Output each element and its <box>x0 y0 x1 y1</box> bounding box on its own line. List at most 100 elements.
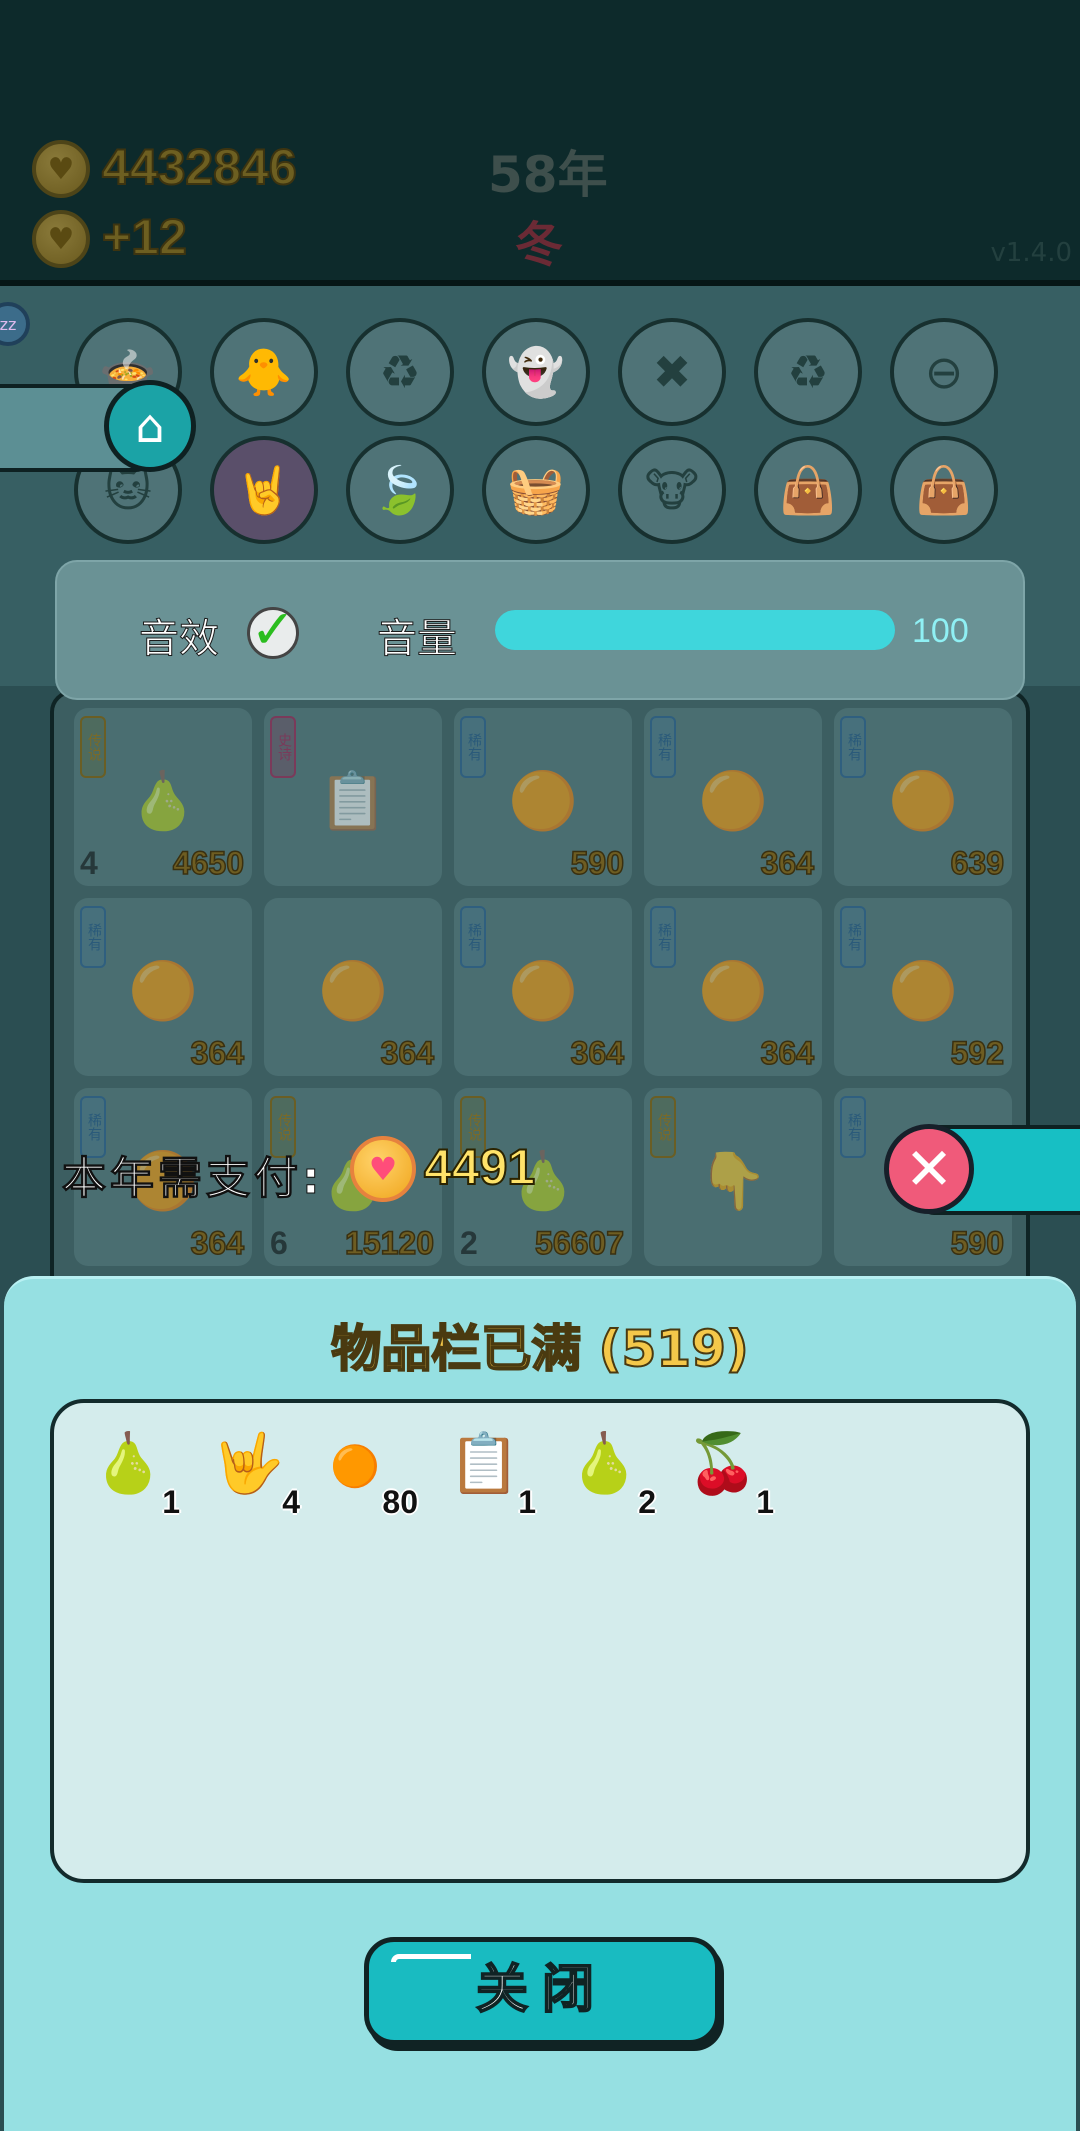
coin-icon: ♥ <box>350 1136 416 1202</box>
inventory-item[interactable]: 🍒 1 <box>672 1421 782 1521</box>
tile-icon: 🟠 <box>318 958 388 1024</box>
tile-value: 15120 <box>344 1224 434 1262</box>
inventory-list: 🍐 1 🤟 4 🟠 80 📋 1 🍐 2 🍒 1 <box>50 1399 1030 1883</box>
bag-icon-2[interactable]: 👜 <box>890 436 998 544</box>
close-button[interactable]: 关闭 <box>364 1937 720 2045</box>
tile-value: 364 <box>570 1034 625 1072</box>
tile-icon: 🟠 <box>508 768 578 834</box>
tile-icon: 🟠 <box>128 958 198 1024</box>
sound-effects-checkbox[interactable]: ✓ <box>247 603 299 659</box>
coin-total: 4432846 <box>101 138 298 196</box>
tile-icon: 🟠 <box>698 768 768 834</box>
version-label: v1.4.0 <box>990 238 1072 268</box>
sound-effects-label: 音效 <box>139 616 220 663</box>
tile[interactable]: 🟠 364 <box>264 898 442 1076</box>
inventory-item[interactable]: 🟠 80 <box>316 1421 426 1521</box>
tile-value: 56607 <box>534 1224 624 1262</box>
inventory-item[interactable]: 🍐 1 <box>78 1421 188 1521</box>
leaf-icon[interactable]: 🍃 <box>346 436 454 544</box>
item-quantity: 2 <box>638 1484 656 1520</box>
tile-rarity-tag: 稀有 <box>460 716 486 778</box>
tile[interactable]: 传说 👇 <box>644 1088 822 1266</box>
tile-value: 364 <box>190 1224 245 1262</box>
tile[interactable]: 稀有 🟠 364 <box>644 898 822 1076</box>
refresh-icon-2[interactable]: ♻ <box>754 318 862 426</box>
item-quantity: 4 <box>282 1484 300 1520</box>
tile[interactable]: 稀有 🟠 639 <box>834 708 1012 886</box>
tile[interactable]: 稀有 🟠 364 <box>74 898 252 1076</box>
tile-rarity-tag: 传说 <box>650 1096 676 1158</box>
inventory-item[interactable]: 📋 1 <box>434 1421 544 1521</box>
cows-icon[interactable]: 🐮 <box>618 436 726 544</box>
coin-icon: ♥ <box>32 140 90 198</box>
tile-rarity-tag: 稀有 <box>650 716 676 778</box>
home-button[interactable]: ⌂ <box>104 380 196 472</box>
tile[interactable]: 传说 🍐 4 4650 <box>74 708 252 886</box>
tile-count: 4 <box>80 845 98 881</box>
tile-rarity-tag: 稀有 <box>840 1096 866 1158</box>
tile-value: 639 <box>950 844 1005 882</box>
tile-rarity-tag: 稀有 <box>80 906 106 968</box>
tile-icon: 🟠 <box>508 958 578 1024</box>
rock-hand-icon[interactable]: 🤘 <box>210 436 318 544</box>
tile-rarity-tag: 稀有 <box>840 716 866 778</box>
item-quantity: 1 <box>518 1484 536 1520</box>
income-value: +12 <box>101 208 188 266</box>
volume-slider-fill <box>495 610 895 650</box>
tile[interactable]: 稀有 🟠 592 <box>834 898 1012 1076</box>
tile-count: 2 <box>460 1225 478 1261</box>
pear-branch-icon: 🍐 <box>92 1429 165 1497</box>
remove-icon[interactable]: ✖ <box>618 318 726 426</box>
orange-icon: 🟠 <box>330 1444 380 1490</box>
volume-value: 100 <box>912 612 969 650</box>
tile-rarity-tag: 稀有 <box>460 906 486 968</box>
tile-value: 364 <box>760 1034 815 1072</box>
ghost-icon[interactable]: 👻 <box>482 318 590 426</box>
tile-icon: 🍐 <box>128 768 198 834</box>
refresh-icon[interactable]: ♻ <box>346 318 454 426</box>
rock-hand-icon: 🤟 <box>212 1429 285 1497</box>
tile-icon: 📋 <box>318 768 388 834</box>
inventory-item[interactable]: 🍐 2 <box>554 1421 664 1521</box>
close-icon[interactable]: ✕ <box>884 1124 974 1214</box>
tile-rarity-tag: 传说 <box>80 716 106 778</box>
minus-icon[interactable]: ⊖ <box>890 318 998 426</box>
tile-value: 592 <box>950 1034 1005 1072</box>
annual-payment-label: 本年需支付: <box>62 1153 324 1205</box>
tile[interactable]: 稀有 🟠 590 <box>454 708 632 886</box>
tile[interactable]: 史诗 📋 <box>264 708 442 886</box>
bag-icon[interactable]: 👜 <box>754 436 862 544</box>
tile-rarity-tag: 稀有 <box>650 906 676 968</box>
tile-value: 364 <box>760 844 815 882</box>
tile-rarity-tag: 稀有 <box>840 906 866 968</box>
tile-icon: 👇 <box>698 1148 768 1214</box>
checkmark-icon: ✓ <box>250 598 296 661</box>
income-coin-icon: ♥ <box>32 210 90 268</box>
tile-rarity-tag: 史诗 <box>270 716 296 778</box>
volume-slider[interactable] <box>495 610 895 650</box>
tile-value: 364 <box>380 1034 435 1072</box>
home-icon: ⌂ <box>135 399 165 453</box>
basket-icon[interactable]: 🧺 <box>482 436 590 544</box>
pear-icon: 🍐 <box>568 1429 641 1497</box>
item-quantity: 1 <box>162 1484 180 1520</box>
season-label: 冬 <box>515 217 564 273</box>
tile-icon: 🟠 <box>698 958 768 1024</box>
volume-label: 音量 <box>377 616 458 663</box>
dialog-title: 物品栏已满 (519) <box>330 1319 749 1379</box>
annual-payment-amount: 4491 <box>423 1138 536 1196</box>
tile-value: 4650 <box>172 844 245 882</box>
tile-count: 6 <box>270 1225 288 1261</box>
item-quantity: 1 <box>756 1484 774 1520</box>
cherry-icon: 🍒 <box>686 1429 759 1497</box>
tile[interactable]: 稀有 🟠 364 <box>454 898 632 1076</box>
tile[interactable]: 稀有 🟠 364 <box>644 708 822 886</box>
tile-icon: 🟠 <box>888 768 958 834</box>
tile-value: 364 <box>190 1034 245 1072</box>
button-shine <box>391 1954 471 1962</box>
close-button-label: 关闭 <box>475 1959 608 2021</box>
inventory-full-dialog: 物品栏已满 (519) 🍐 1 🤟 4 🟠 80 📋 1 🍐 2 🍒 1 关闭 <box>4 1276 1076 2131</box>
pot-chick-icon[interactable]: 🐥 <box>210 318 318 426</box>
tile-value: 590 <box>950 1224 1005 1262</box>
inventory-item[interactable]: 🤟 4 <box>198 1421 308 1521</box>
